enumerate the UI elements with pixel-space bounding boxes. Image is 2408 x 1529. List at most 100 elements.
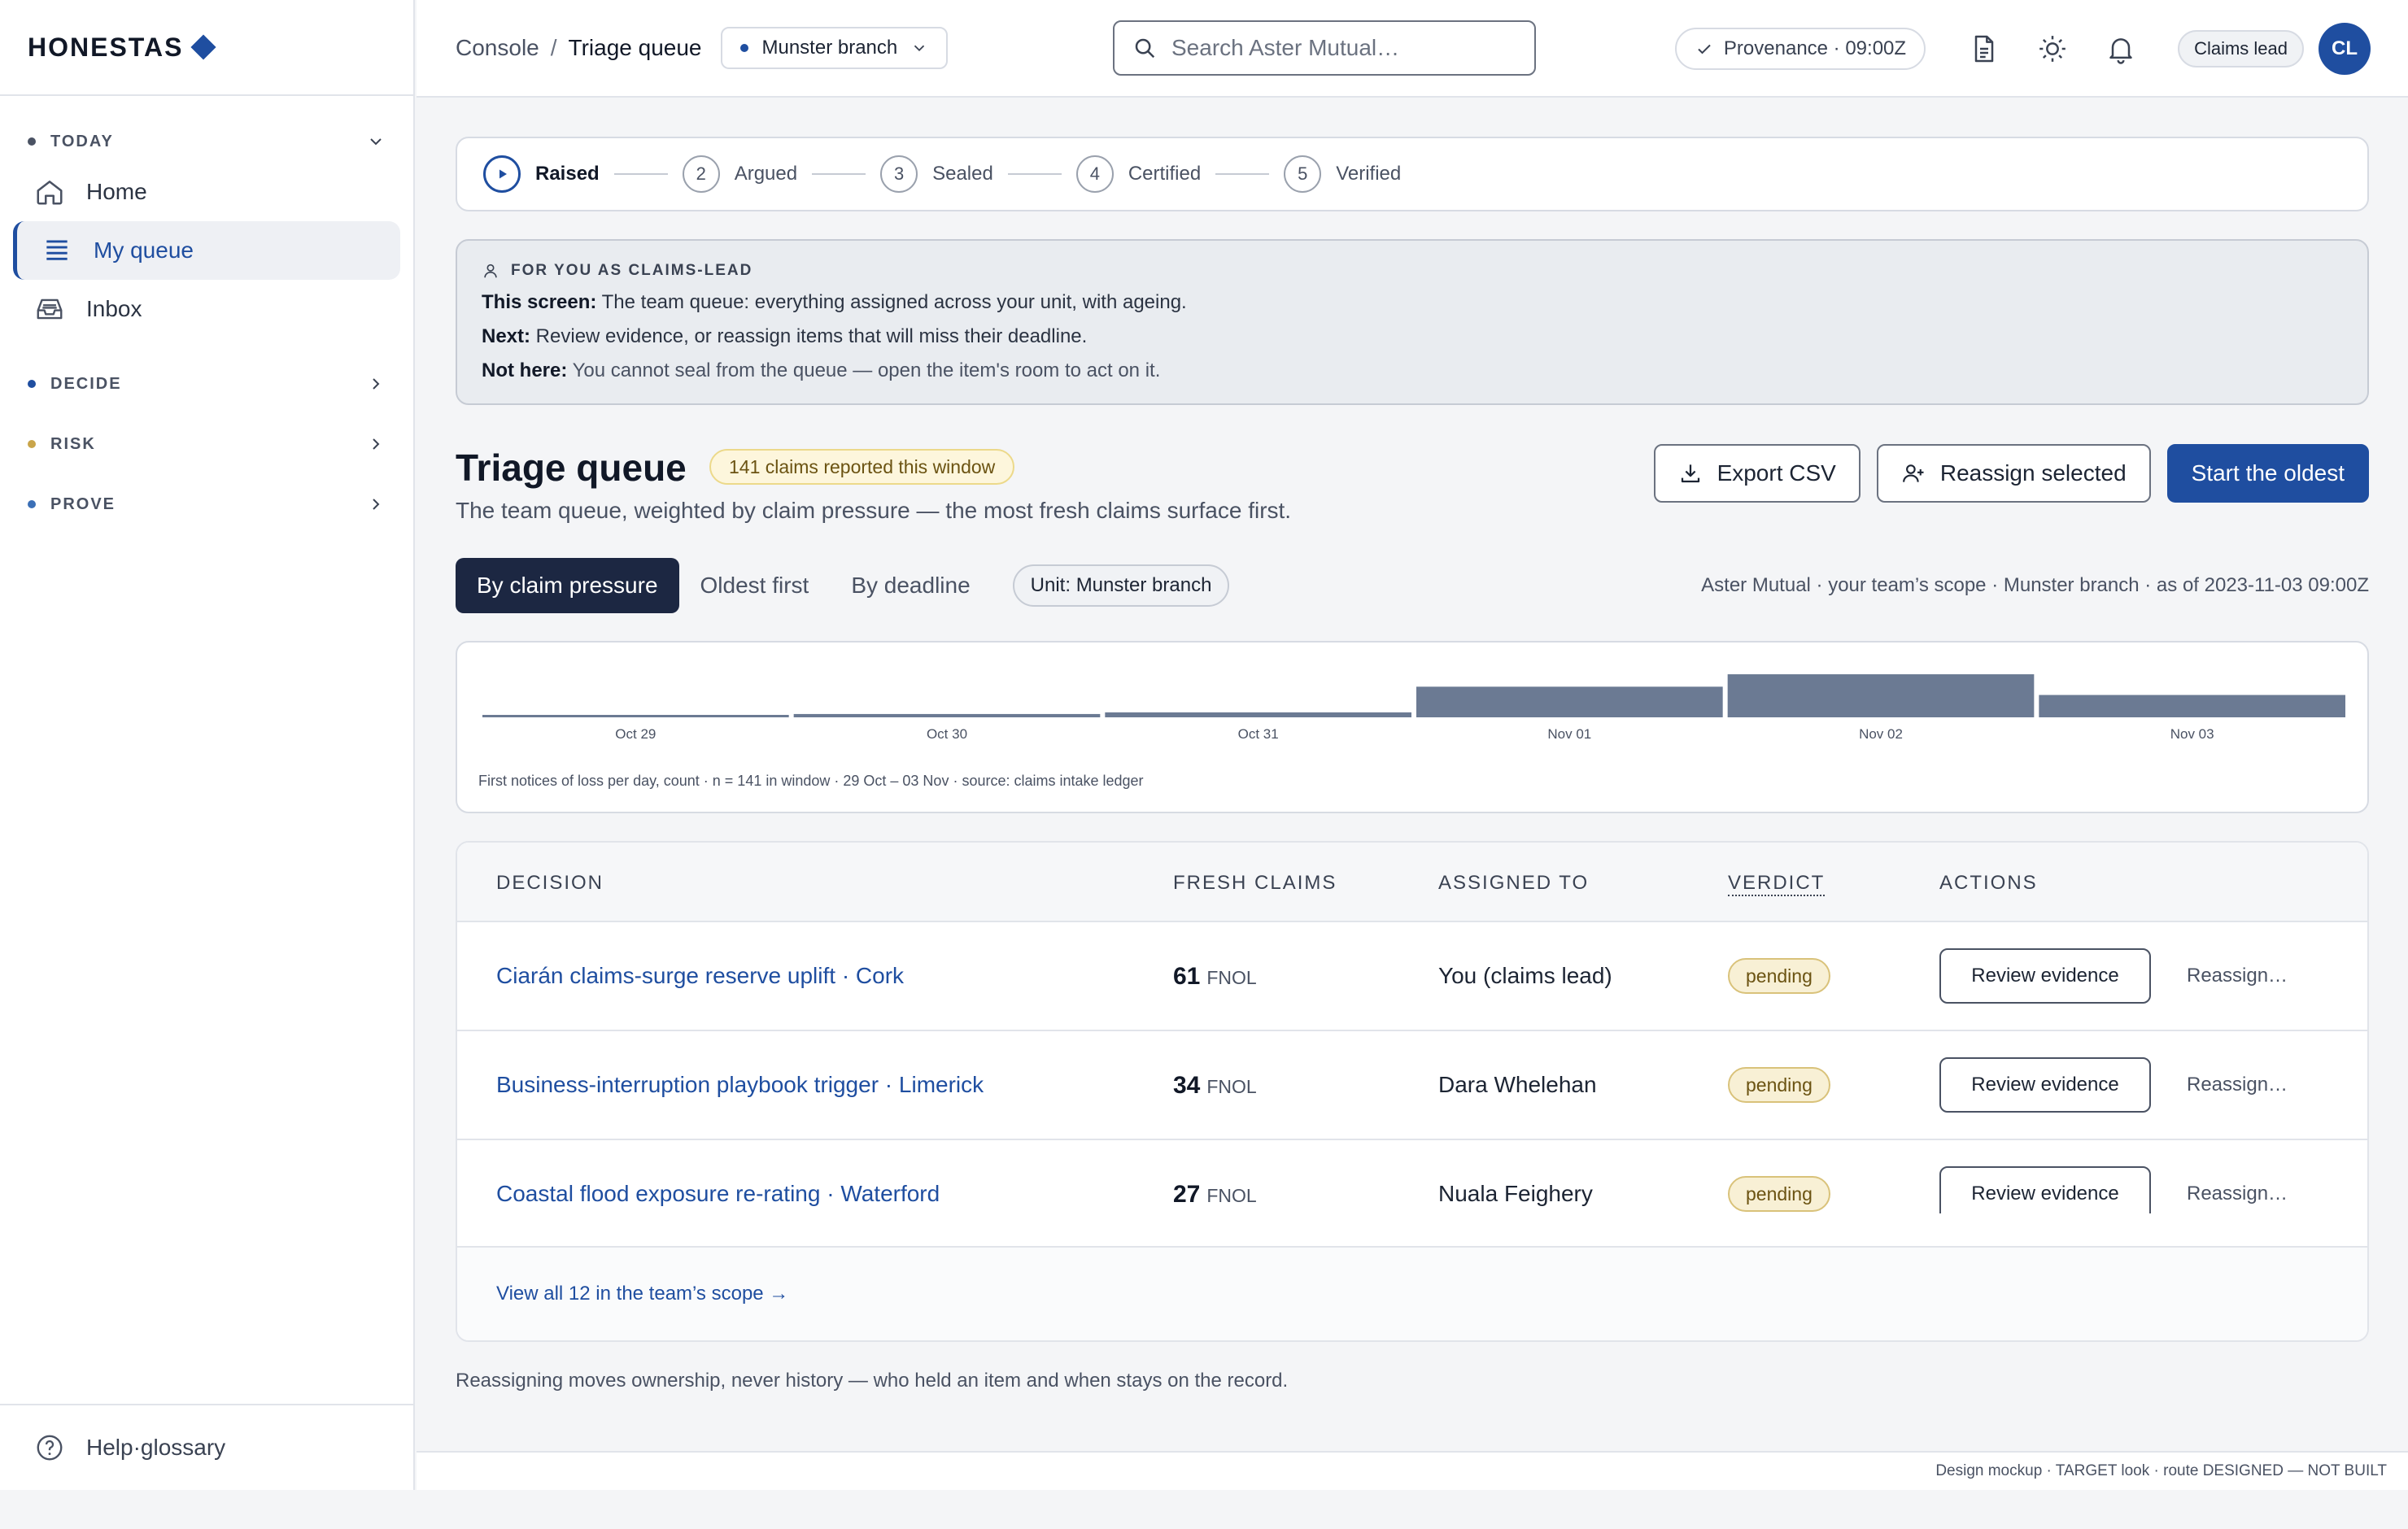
step-label: Raised [535,163,600,185]
column-decision: DECISION [496,872,604,894]
breadcrumb-root[interactable]: Console [456,35,539,61]
guidance-heading-text: FOR YOU AS CLAIMS-LEAD [511,262,753,279]
nav-section-label: PROVE [50,494,116,513]
sort-oldest-first[interactable]: Oldest first [679,558,831,613]
nav-section-today[interactable]: TODAY [0,120,413,163]
search-icon [1135,38,1155,59]
reassign-link[interactable]: Reassign… [2187,965,2288,987]
nav-section-risk[interactable]: RISK [0,423,413,465]
claims-bar-chart: Oct 29 Oct 30 Oct 31 Nov 01 Nov 02 Nov 03 [482,674,2345,742]
export-csv-button[interactable]: Export CSV [1653,444,1861,503]
page-actions: Export CSV Reassign selected Start the o… [1638,444,2369,503]
chart-tick-label: Oct 31 [1238,726,1279,742]
branch-label: Munster branch [761,37,898,59]
step-number: 2 [682,155,720,193]
breadcrumb-current: Triage queue [568,35,702,60]
queue-icon [46,240,68,260]
help-glossary-label: Help·glossary [86,1435,226,1460]
step-connector [812,173,866,175]
provenance-label: Provenance · 09:00Z [1723,37,1907,59]
brand-diamond-icon [190,34,216,60]
sidebar: HONESTAS TODAY Home My queue Inbox DECID… [0,0,415,1490]
reassign-selected-label: Reassign selected [1939,460,2127,486]
chart-bar-nov-01 [1416,686,1723,717]
play-icon [483,155,521,193]
scope-note: Aster Mutual · your team’s scope · Munst… [1701,574,2369,596]
brand[interactable]: HONESTAS [0,0,413,96]
chart-caption: First notices of loss per day, count · n… [478,773,1144,789]
review-evidence-button[interactable]: Review evidence [1939,948,2151,1004]
nav-section-label: TODAY [50,132,114,150]
step-certified[interactable]: 4 Certified [1075,155,1201,193]
export-csv-label: Export CSV [1717,460,1836,486]
search-input[interactable] [1171,35,1513,61]
chart-tick-label: Nov 02 [1859,726,1903,742]
decision-link[interactable]: Ciarán claims-surge reserve uplift · Cor… [496,963,904,989]
document-icon[interactable] [1968,33,2000,65]
avatar[interactable]: CL [2319,23,2371,75]
guidance-not-here: Not here: You cannot seal from the queue… [482,359,2343,382]
download-icon [1681,464,1699,483]
sidebar-item-inbox[interactable]: Inbox [13,280,400,338]
claims-unit: FNOL [1206,967,1257,988]
guidance-next: Next: Review evidence, or reassign items… [482,325,2343,348]
sidebar-item-home[interactable]: Home [13,163,400,221]
bell-icon[interactable] [2105,33,2137,65]
decision-link[interactable]: Business-interruption playbook trigger ·… [496,1072,984,1098]
sort-by-claim-pressure[interactable]: By claim pressure [456,558,679,613]
breadcrumb: Console / Triage queue [456,35,701,61]
guidance-text: Review evidence, or reassign items that … [530,325,1088,347]
sun-icon[interactable] [2036,33,2069,65]
step-label: Sealed [932,163,993,185]
chart-tick-label: Nov 01 [1547,726,1591,742]
topbar: Console / Triage queue Munster branch Pr… [417,0,2408,98]
chart-bar-nov-02 [1727,674,2035,717]
guidance-key: This screen: [482,291,597,313]
step-number: 4 [1075,155,1114,193]
search-box [1113,20,1536,76]
reassign-link[interactable]: Reassign… [2187,1183,2288,1205]
brand-name: HONESTAS [28,32,184,62]
guidance-text: You cannot seal from the queue — open th… [567,359,1161,381]
chevron-down-icon [914,45,925,52]
step-argued[interactable]: 2 Argued [682,155,797,193]
step-number: 3 [880,155,918,193]
table-row: Coastal flood exposure re-rating · Water… [457,1140,2367,1213]
view-all-link[interactable]: View all 12 in the team’s scope → [496,1283,788,1305]
step-raised[interactable]: Raised [483,155,600,193]
start-oldest-button[interactable]: Start the oldest [2166,444,2369,503]
review-evidence-button[interactable]: Review evidence [1939,1166,2151,1213]
help-glossary-link[interactable]: Help·glossary [0,1404,413,1490]
column-verdict[interactable]: VERDICT [1728,872,1826,896]
sort-filter-bar: By claim pressure Oldest first By deadli… [456,558,2369,613]
nav-section-decide[interactable]: DECIDE [0,363,413,405]
reassign-selected-button[interactable]: Reassign selected [1876,444,2151,503]
column-fresh-claims: FRESH CLAIMS [1173,872,1337,894]
sort-by-deadline[interactable]: By deadline [830,558,991,613]
unit-filter-chip[interactable]: Unit: Munster branch [1012,564,1230,607]
step-sealed[interactable]: 3 Sealed [880,155,993,193]
user-plus-icon [1902,464,1924,482]
assignee-cell: Dara Whelehan [1438,1072,1597,1097]
chart-tick-label: Oct 29 [615,726,656,742]
step-connector [1007,173,1062,175]
nav-section-prove[interactable]: PROVE [0,483,413,525]
claims-count-badge: 141 claims reported this window [709,449,1015,485]
guidance-key: Next: [482,325,531,347]
chart-bar-nov-03 [2039,695,2345,717]
role-guidance-panel: FOR YOU AS CLAIMS-LEAD This screen: The … [456,239,2369,405]
sidebar-item-my-queue[interactable]: My queue [13,221,400,280]
review-evidence-button[interactable]: Review evidence [1939,1057,2151,1113]
verdict-badge: pending [1728,1067,1830,1103]
table-row: Business-interruption playbook trigger ·… [457,1031,2367,1140]
branch-selector[interactable]: Munster branch [721,27,949,69]
column-assigned-to: ASSIGNED TO [1438,872,1590,894]
decision-link[interactable]: Coastal flood exposure re-rating · Water… [496,1181,940,1207]
sidebar-nav: TODAY Home My queue Inbox DECIDE RISK PR… [0,96,413,525]
step-verified[interactable]: 5 Verified [1284,155,1401,193]
provenance-chip[interactable]: Provenance · 09:00Z [1674,28,1926,70]
reassign-link[interactable]: Reassign… [2187,1074,2288,1096]
chevron-right-icon [373,378,380,390]
table-footer: View all 12 in the team’s scope → [457,1246,2367,1340]
section-dot-icon [28,137,36,146]
